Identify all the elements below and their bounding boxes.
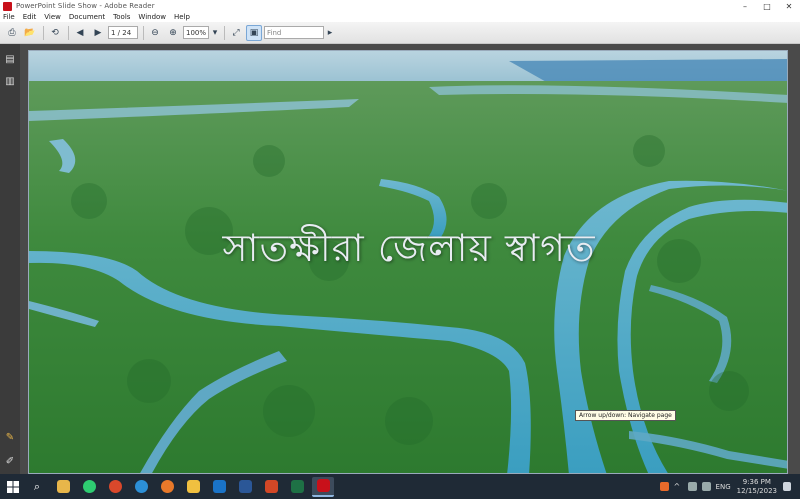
page-number-field[interactable]: 1 / 24 [108,26,138,39]
slide-page: সাতক্ষীরা জেলায় স্বাগত Arrow up/down: N… [28,50,788,474]
taskbar-app-firefox[interactable] [156,477,178,497]
previous-page-icon[interactable]: ◀ [72,25,88,41]
firefox-icon [160,480,174,493]
windows-logo-icon [7,480,19,493]
signature-icon[interactable]: ✎ [4,430,16,444]
edge-icon [134,480,148,493]
fit-width-icon[interactable]: ▣ [246,24,262,41]
start-button[interactable] [0,474,26,499]
open-folder-icon[interactable]: 📂 [22,25,38,41]
taskbar-app-word[interactable] [234,477,256,497]
network-icon[interactable] [687,482,697,491]
search-button[interactable]: ⌕ [26,477,48,497]
toolbar-divider [43,25,44,40]
pages-icon[interactable]: ▤ [4,52,16,66]
maximize-button[interactable]: □ [756,0,778,12]
find-input-placeholder: Find [267,28,282,37]
menu-window[interactable]: Window [138,13,166,21]
taskbar-app-powerpoint[interactable] [260,477,282,497]
adobe-reader-icon [316,479,330,492]
find-dropdown-icon[interactable]: ▸ [326,25,334,41]
close-button[interactable]: ✕ [778,0,800,12]
clock[interactable]: 9:36 PM 12/15/2023 [737,478,777,496]
chevron-up-icon[interactable]: ^ [674,482,683,491]
menu-tools[interactable]: Tools [113,13,130,21]
navigation-tooltip: Arrow up/down: Navigate page [575,410,676,421]
action-center-icon[interactable] [783,482,791,491]
next-page-icon[interactable]: ▶ [90,25,106,41]
toolbar-divider [143,25,144,40]
menu-document[interactable]: Document [69,13,105,21]
taskbar-app-folder[interactable] [182,477,204,497]
attachments-icon[interactable]: ▥ [4,74,16,88]
navigation-pane: ▤ ▥ ✎ ✐ [0,44,20,474]
taskbar: ⌕ ^ ENG 9:36 PM 12/15/2023 [0,474,800,499]
comment-icon[interactable]: ✐ [4,454,16,468]
zoom-in-icon[interactable]: ⊕ [165,25,181,41]
toolbar-divider [68,25,69,40]
menu-edit[interactable]: Edit [23,13,37,21]
slide-title: সাতক্ষীরা জেলায় স্বাগত [222,226,596,270]
adobe-reader-icon [3,1,12,11]
system-tray: ^ ENG 9:36 PM 12/15/2023 [659,474,796,499]
file-explorer-icon [56,480,70,493]
zoom-level-field[interactable]: 100% [183,26,209,39]
notification-app-icon[interactable] [659,482,669,491]
taskbar-app-whatsapp[interactable] [78,477,100,497]
title-bar: PowerPoint Slide Show - Adobe Reader – □… [0,0,800,12]
menu-bar: File Edit View Document Tools Window Hel… [0,12,800,22]
toolbar: ⎙ 📂 ⟲ ◀ ▶ 1 / 24 ⊖ ⊕ 100% ▾ ⤢ ▣ Find ▸ [0,22,800,44]
excel-icon [290,480,304,493]
menu-help[interactable]: Help [174,13,190,21]
menu-view[interactable]: View [44,13,61,21]
print-icon[interactable]: ⎙ [4,25,20,41]
share-icon[interactable]: ⟲ [47,25,63,41]
menu-file[interactable]: File [3,13,15,21]
language-indicator[interactable]: ENG [716,483,731,491]
fit-page-icon[interactable]: ⤢ [228,25,244,41]
clock-date: 12/15/2023 [736,486,777,495]
taskbar-app-file-explorer[interactable] [52,477,74,497]
clock-time: 9:36 PM [742,477,771,486]
taskbar-app-outlook[interactable] [208,477,230,497]
word-icon [238,480,252,493]
whatsapp-icon [82,480,96,493]
taskbar-app-adobe-reader[interactable] [312,476,334,497]
taskbar-app-excel[interactable] [286,477,308,497]
toolbar-divider [224,25,225,40]
powerpoint-icon [264,480,278,493]
zoom-dropdown-icon[interactable]: ▾ [211,25,219,41]
document-area: সাতক্ষীরা জেলায় স্বাগত Arrow up/down: N… [20,44,800,474]
chrome-icon [108,480,122,493]
zoom-out-icon[interactable]: ⊖ [147,25,163,41]
window-title: PowerPoint Slide Show - Adobe Reader [16,2,155,10]
outlook-icon [212,480,226,493]
volume-icon[interactable] [701,482,711,491]
find-input[interactable]: Find [264,26,324,39]
taskbar-app-chrome[interactable] [104,477,126,497]
folder-icon [186,480,200,493]
window-controls: – □ ✕ [734,0,800,12]
minimize-button[interactable]: – [734,0,756,12]
taskbar-app-edge[interactable] [130,477,152,497]
